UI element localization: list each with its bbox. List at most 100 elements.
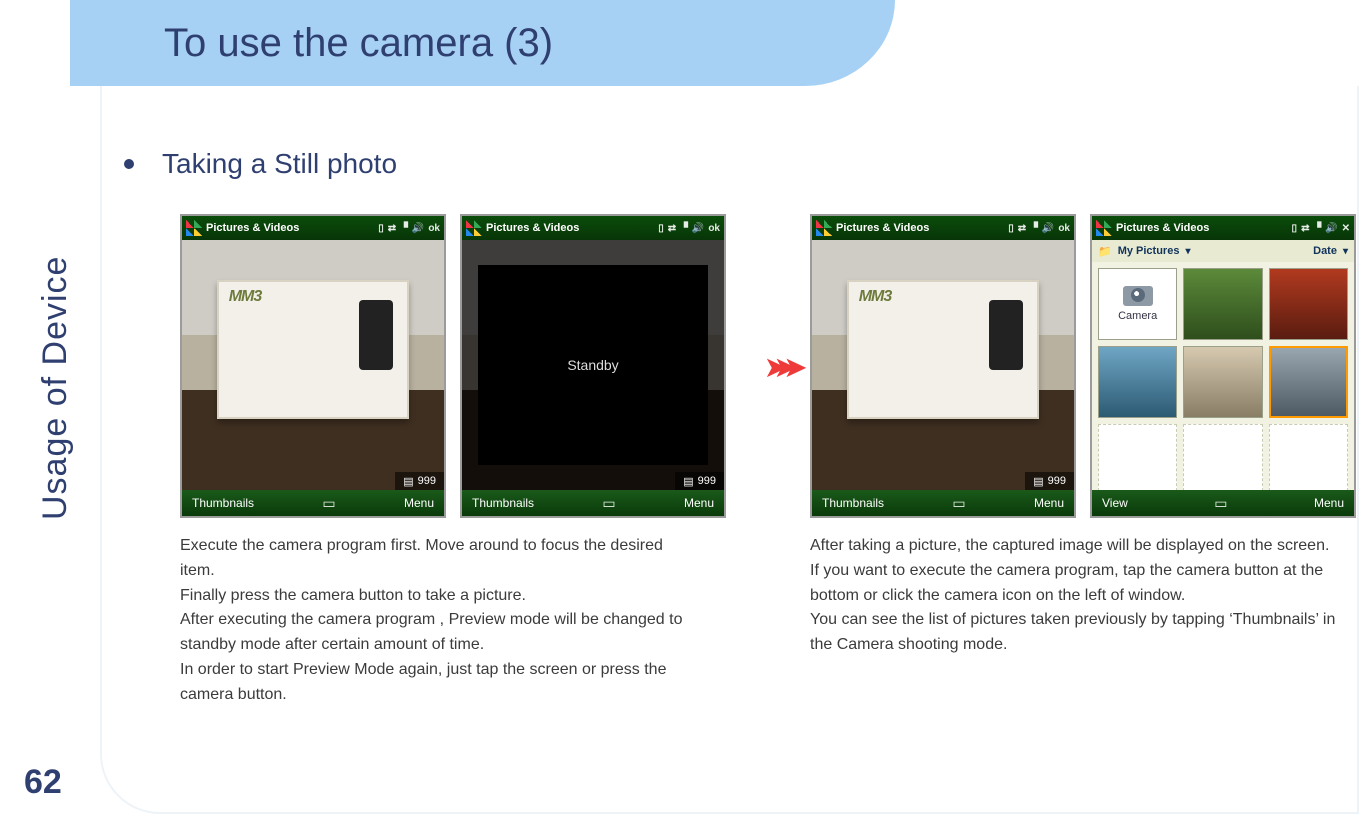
scene-subject-box — [847, 280, 1040, 419]
camera-scene — [812, 240, 1074, 490]
sync-icon: ⇄ — [668, 223, 676, 234]
speaker-icon: 🔊 — [692, 223, 704, 234]
counter-icon: ▤ — [683, 475, 693, 488]
speaker-icon: 🔊 — [1042, 223, 1054, 234]
titlebar-app-name: Pictures & Videos — [206, 222, 299, 234]
shot-counter: ▤ 999 — [395, 472, 444, 490]
counter-value: 999 — [698, 475, 716, 487]
signal-icon: ▝ — [1030, 223, 1038, 234]
camera-viewport: ▤ 999 — [812, 240, 1074, 490]
battery-icon: ▯ — [378, 223, 384, 234]
thumbnail-item — [1098, 346, 1177, 418]
camera-icon — [1123, 286, 1153, 306]
camera-viewport: Standby ▤ 999 — [462, 240, 724, 490]
caption-right: After taking a picture, the captured ima… — [810, 534, 1350, 658]
page-number: 62 — [24, 763, 62, 802]
camera-tile-label: Camera — [1118, 310, 1157, 322]
subbar-folder: My Pictures — [1118, 245, 1180, 257]
standby-overlay: Standby — [478, 265, 709, 465]
softbar-mid-icon: ▭ — [254, 495, 404, 512]
subbar-sort: Date — [1313, 245, 1337, 257]
thumbnail-item-selected — [1269, 346, 1348, 418]
phone-titlebar: Pictures & Videos ▯ ⇄ ▝ 🔊 ✕ — [1092, 216, 1354, 240]
thumbnail-empty — [1269, 424, 1348, 490]
thumbnail-empty — [1183, 424, 1262, 490]
windows-logo-icon — [466, 220, 482, 236]
screenshot-group-right: Pictures & Videos ▯ ⇄ ▝ 🔊 ok ▤ 999 — [810, 214, 1370, 658]
softbar-mid-icon: ▭ — [884, 495, 1034, 512]
softbar-mid-icon: ▭ — [534, 495, 684, 512]
phone-softbar: Thumbnails ▭ Menu — [462, 490, 724, 516]
softkey-right: Menu — [684, 496, 714, 510]
titlebar-app-name: Pictures & Videos — [486, 222, 579, 234]
chevron-down-icon: ▾ — [1343, 246, 1348, 257]
section-label: Usage of Device — [36, 256, 75, 520]
thumbnail-camera-tile: Camera — [1098, 268, 1177, 340]
caption-left: Execute the camera program first. Move a… — [180, 534, 700, 708]
thumbnail-item — [1183, 268, 1262, 340]
titlebar-status-icons: ▯ ⇄ ▝ 🔊 ✕ — [1292, 223, 1350, 234]
slide-header: To use the camera (3) — [100, 0, 553, 86]
phone-softbar: Thumbnails ▭ Menu — [182, 490, 444, 516]
shot-counter: ▤ 999 — [1025, 472, 1074, 490]
titlebar-close: ✕ — [1342, 223, 1350, 234]
phone-titlebar: Pictures & Videos ▯ ⇄ ▝ 🔊 ok — [182, 216, 444, 240]
screenshot-thumbnail-gallery: Pictures & Videos ▯ ⇄ ▝ 🔊 ✕ 📁 My Picture… — [1090, 214, 1356, 518]
counter-icon: ▤ — [403, 475, 413, 488]
gallery-viewport: Camera — [1092, 262, 1354, 490]
phone-titlebar: Pictures & Videos ▯ ⇄ ▝ 🔊 ok — [812, 216, 1074, 240]
battery-icon: ▯ — [1008, 223, 1014, 234]
softkey-right: Menu — [1314, 496, 1344, 510]
softkey-left: Thumbnails — [822, 496, 884, 510]
sync-icon: ⇄ — [388, 223, 396, 234]
titlebar-ok: ok — [1058, 223, 1070, 234]
softkey-right: Menu — [404, 496, 434, 510]
signal-icon: ▝ — [680, 223, 688, 234]
screenshot-camera-standby: Pictures & Videos ▯ ⇄ ▝ 🔊 ok Standby ▤ — [460, 214, 726, 518]
battery-icon: ▯ — [658, 223, 664, 234]
chevron-down-icon: ▾ — [1185, 246, 1190, 257]
titlebar-ok: ok — [428, 223, 440, 234]
softkey-right: Menu — [1034, 496, 1064, 510]
titlebar-app-name: Pictures & Videos — [1116, 222, 1209, 234]
counter-value: 999 — [1048, 475, 1066, 487]
page-title: To use the camera (3) — [100, 21, 553, 66]
titlebar-app-name: Pictures & Videos — [836, 222, 929, 234]
counter-value: 999 — [418, 475, 436, 487]
thumbnail-item — [1183, 346, 1262, 418]
screenshot-camera-preview: Pictures & Videos ▯ ⇄ ▝ 🔊 ok ▤ 999 — [180, 214, 446, 518]
screenshot-group-left: Pictures & Videos ▯ ⇄ ▝ 🔊 ok ▤ 999 — [180, 214, 740, 708]
thumbnail-empty — [1098, 424, 1177, 490]
thumbnail-item — [1269, 268, 1348, 340]
counter-icon: ▤ — [1033, 475, 1043, 488]
bullet-heading: Taking a Still photo — [124, 148, 397, 180]
phone-titlebar: Pictures & Videos ▯ ⇄ ▝ 🔊 ok — [462, 216, 724, 240]
shot-counter: ▤ 999 — [675, 472, 724, 490]
windows-logo-icon — [816, 220, 832, 236]
bullet-dot-icon — [124, 159, 134, 169]
flow-arrow-icon: ➤➤➤ — [765, 352, 799, 374]
softbar-mid-icon: ▭ — [1128, 495, 1314, 512]
titlebar-status-icons: ▯ ⇄ ▝ 🔊 ok — [378, 223, 440, 234]
softkey-left: Thumbnails — [472, 496, 534, 510]
gallery-subbar: 📁 My Pictures ▾ Date ▾ — [1092, 240, 1354, 262]
softkey-left: Thumbnails — [192, 496, 254, 510]
titlebar-status-icons: ▯ ⇄ ▝ 🔊 ok — [1008, 223, 1070, 234]
speaker-icon: 🔊 — [412, 223, 424, 234]
titlebar-ok: ok — [708, 223, 720, 234]
phone-softbar: View ▭ Menu — [1092, 490, 1354, 516]
camera-scene — [182, 240, 444, 490]
softkey-left: View — [1102, 496, 1128, 510]
windows-logo-icon — [1096, 220, 1112, 236]
signal-icon: ▝ — [1313, 223, 1321, 234]
windows-logo-icon — [186, 220, 202, 236]
titlebar-status-icons: ▯ ⇄ ▝ 🔊 ok — [658, 223, 720, 234]
screenshot-captured-image: Pictures & Videos ▯ ⇄ ▝ 🔊 ok ▤ 999 — [810, 214, 1076, 518]
phone-softbar: Thumbnails ▭ Menu — [812, 490, 1074, 516]
folder-icon: 📁 — [1098, 245, 1112, 258]
thumbnail-grid: Camera — [1092, 262, 1354, 490]
signal-icon: ▝ — [400, 223, 408, 234]
scene-subject-box — [217, 280, 410, 419]
battery-icon: ▯ — [1292, 223, 1298, 234]
speaker-icon: 🔊 — [1325, 223, 1337, 234]
